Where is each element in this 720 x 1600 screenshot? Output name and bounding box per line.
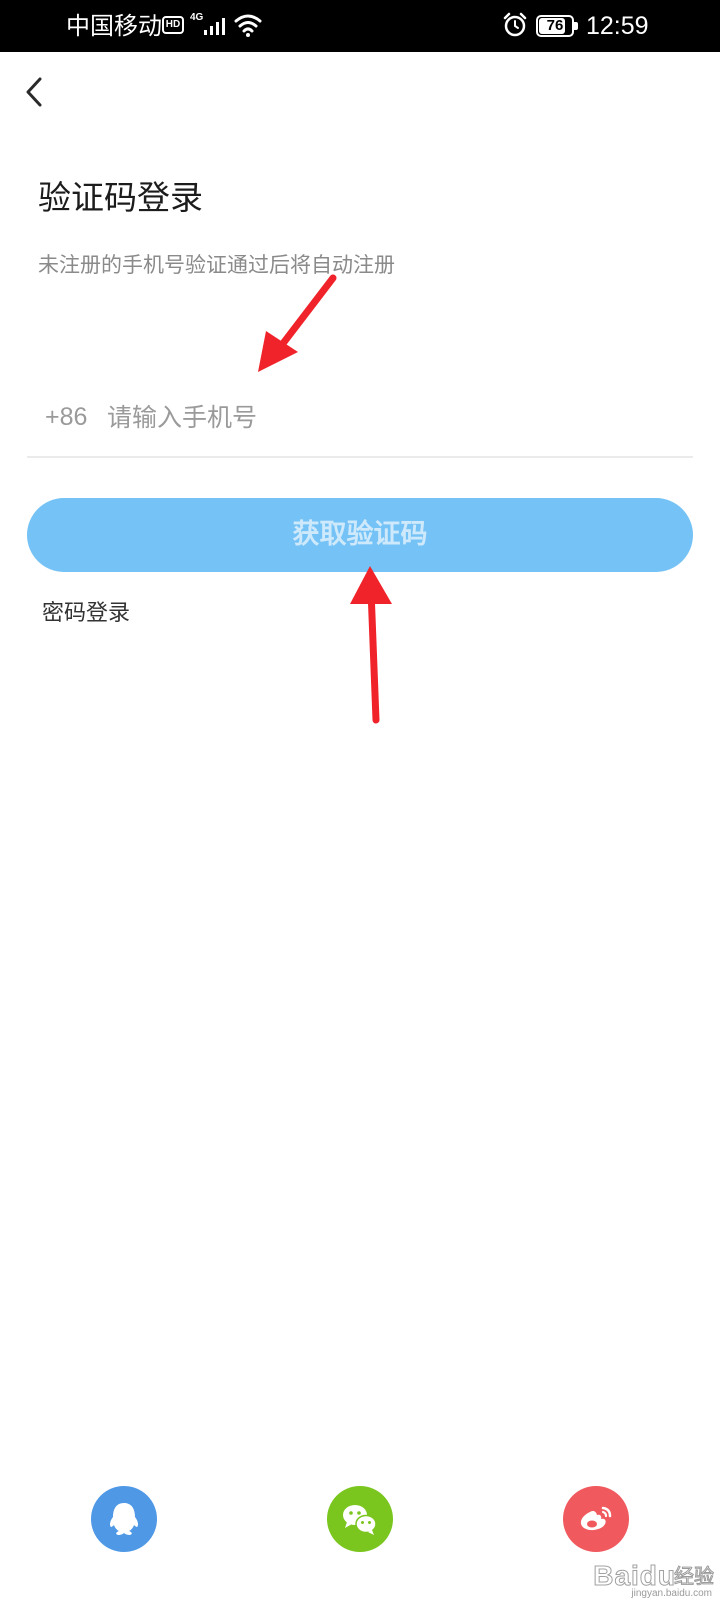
password-login-link[interactable]: 密码登录 — [42, 598, 130, 630]
battery-icon: 76 — [536, 15, 574, 37]
baidu-jingyan-watermark: Baidu 经验 jingyan.baidu.com — [548, 1560, 720, 1600]
chevron-left-icon — [26, 77, 42, 107]
country-code[interactable]: +86 — [45, 400, 87, 434]
weibo-login-button[interactable] — [563, 1486, 629, 1552]
clock: 12:59 — [586, 12, 649, 40]
page-title: 验证码登录 — [38, 178, 203, 217]
weibo-icon — [580, 1506, 612, 1531]
carrier-name: 中国移动 — [66, 12, 162, 40]
qq-penguin-icon — [109, 1503, 139, 1535]
wechat-login-button[interactable] — [327, 1486, 393, 1552]
back-button[interactable] — [14, 70, 58, 114]
wifi-icon — [234, 14, 262, 37]
annotation-arrow-to-input — [258, 274, 337, 372]
network-type: 4G — [190, 12, 204, 23]
annotation-arrows — [258, 274, 392, 724]
phone-input[interactable] — [107, 396, 667, 438]
watermark-url: jingyan.baidu.com — [631, 1588, 712, 1599]
get-code-button[interactable]: 获取验证码 — [27, 498, 693, 572]
subtitle: 未注册的手机号验证通过后将自动注册 — [38, 253, 395, 277]
status-bar: 中国移动 HD 4G 76 12:59 — [0, 0, 720, 52]
battery-level: 76 — [546, 17, 564, 34]
wechat-icon — [343, 1505, 377, 1535]
battery-tip — [574, 22, 578, 30]
phone-input-row: +86 — [27, 388, 693, 458]
watermark-brand-cn: 经验 — [674, 1564, 715, 1589]
alarm-icon — [503, 12, 527, 37]
annotation-arrow-to-button — [350, 566, 392, 724]
qq-login-button[interactable] — [91, 1486, 157, 1552]
hd-badge: HD — [162, 16, 184, 34]
signal-icon — [204, 18, 225, 35]
